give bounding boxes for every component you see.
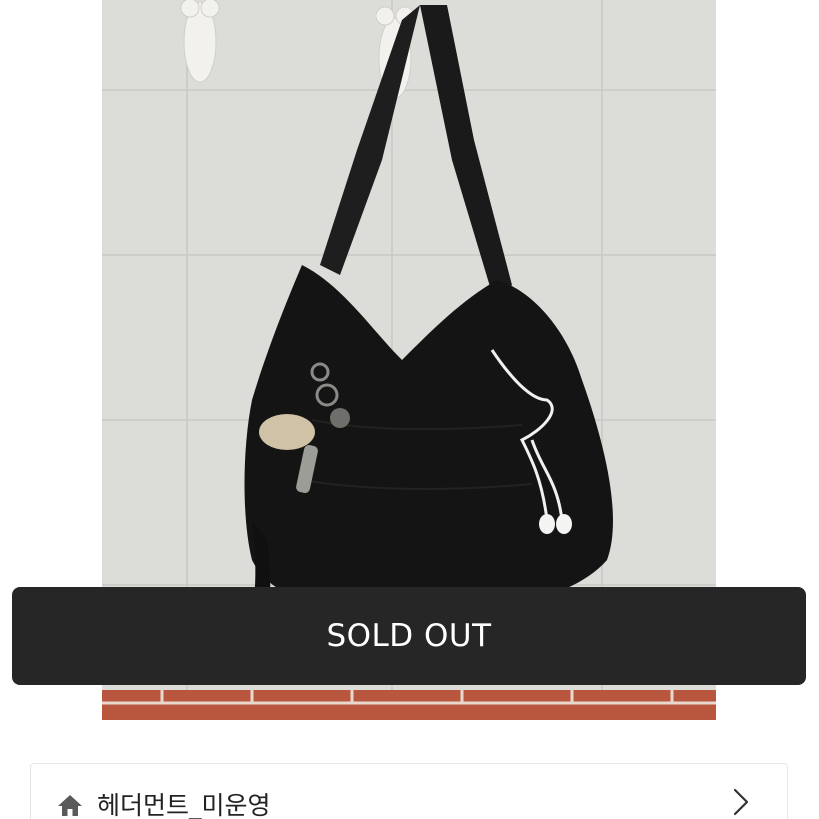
sold-out-banner: SOLD OUT: [12, 587, 806, 685]
home-icon: [57, 793, 83, 817]
shop-link-row[interactable]: 헤더먼트_미운영: [30, 763, 788, 819]
chevron-right-icon[interactable]: [733, 788, 749, 816]
shop-name: 헤더먼트_미운영: [97, 791, 271, 819]
product-page: SOLD OUT 헤더먼트_미운영: [0, 0, 819, 819]
sold-out-label: SOLD OUT: [326, 618, 492, 654]
